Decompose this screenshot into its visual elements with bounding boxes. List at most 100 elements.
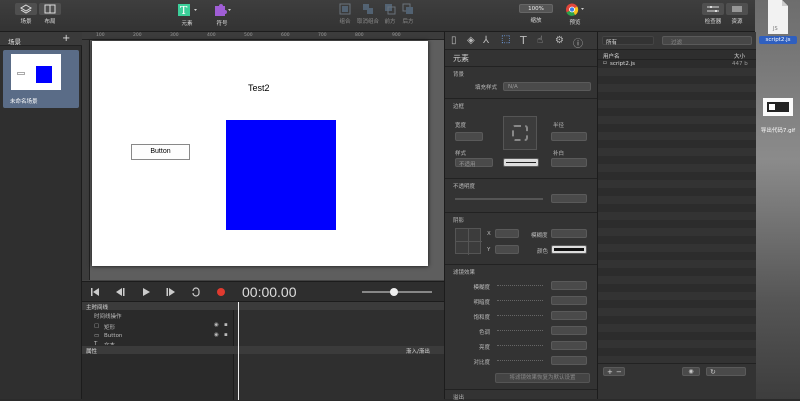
gif-thumbnail-icon — [763, 98, 793, 116]
shadow-x-field[interactable] — [495, 229, 519, 238]
resource-filter-select[interactable]: 所有 — [602, 36, 654, 46]
desktop-file-script[interactable]: JS script2.js — [759, 0, 797, 44]
tab-element-icon[interactable]: ⬚ — [501, 34, 510, 45]
layer-button-icon: ▭ — [94, 333, 100, 339]
tab-document-icon[interactable]: ▯ — [451, 35, 457, 46]
preview-resource-button[interactable]: ◉ — [682, 367, 700, 376]
loop-icon[interactable] — [191, 287, 201, 297]
resource-empty-row — [598, 212, 756, 220]
resource-search-input[interactable]: 过滤 — [662, 36, 752, 46]
sliders-icon — [702, 3, 724, 15]
visibility-eye-icon[interactable]: ◉ — [214, 332, 219, 338]
tab-layers-icon[interactable]: ◈ — [467, 35, 475, 46]
filter-field[interactable] — [551, 341, 587, 350]
tab-text-icon[interactable]: T — [520, 34, 527, 47]
filter-field[interactable] — [551, 311, 587, 320]
refresh-resource-button[interactable]: ↻ — [706, 367, 746, 376]
symbols-toolbar-label: 符号 — [216, 21, 228, 27]
shadow-y-field[interactable] — [495, 245, 519, 254]
resources-toggle-button[interactable]: 资源 — [724, 3, 750, 25]
timeline-zoom-slider[interactable] — [362, 288, 432, 296]
filter-slider[interactable] — [497, 345, 543, 346]
filter-slider[interactable] — [497, 315, 543, 316]
go-to-start-icon[interactable] — [90, 287, 100, 297]
zoom-field[interactable]: 100% — [519, 4, 553, 13]
step-back-icon[interactable] — [115, 287, 125, 297]
tab-physics-icon[interactable]: ⚙ — [555, 35, 564, 46]
inspector-toggle-button[interactable]: 检查器 — [700, 3, 726, 25]
resource-file-name: script2.js — [610, 61, 635, 67]
border-style-label: 样式 — [455, 151, 467, 157]
lock-icon[interactable]: ▪ — [224, 322, 228, 328]
filter-slider[interactable] — [497, 285, 543, 286]
properties-row[interactable]: 属性 — [82, 346, 234, 355]
resources-icon — [726, 3, 748, 15]
shadow-blur-field[interactable] — [551, 229, 587, 238]
remove-resource-button[interactable]: − — [616, 368, 622, 376]
padding-field[interactable] — [551, 158, 587, 167]
opacity-field[interactable] — [551, 194, 587, 203]
filter-field[interactable] — [551, 326, 587, 335]
ungroup-button[interactable]: 取消组合 — [355, 3, 381, 25]
layer-row[interactable]: ▢ 矩形 ◉ ▪ — [82, 322, 234, 331]
main-timeline-row[interactable]: 主时间线 — [82, 302, 234, 311]
column-size-header[interactable]: 大小 — [734, 52, 745, 60]
border-color-well[interactable] — [503, 158, 539, 167]
record-icon[interactable] — [216, 287, 226, 297]
filter-slider[interactable] — [497, 360, 543, 361]
filter-field[interactable] — [551, 296, 587, 305]
timeline-zoom-slider-knob[interactable] — [390, 288, 398, 296]
timeline-tracks[interactable]: 渐入/渐出 — [234, 302, 444, 400]
filter-label: 亮度 — [478, 345, 490, 351]
symbols-menu-button[interactable]: 符号 — [208, 3, 236, 27]
radius-field[interactable] — [551, 132, 587, 141]
playhead[interactable] — [238, 302, 239, 400]
filter-slider[interactable] — [497, 300, 543, 301]
tab-info-icon[interactable]: ⓘ — [573, 35, 583, 50]
lock-icon[interactable]: ▪ — [224, 332, 228, 338]
filter-field[interactable] — [551, 356, 587, 365]
play-icon[interactable] — [141, 287, 151, 297]
scenes-panel: 场景 + 未命名场景 — [0, 32, 82, 399]
bring-forward-button[interactable]: 前方 — [381, 3, 399, 25]
scene-item[interactable]: 未命名场景 — [3, 50, 79, 108]
group-button[interactable]: 组合 — [334, 3, 356, 25]
shadow-offset-picker[interactable] — [455, 228, 482, 255]
shadow-color-swatch — [554, 248, 584, 251]
border-corner-picker[interactable] — [503, 116, 537, 150]
elements-menu-button[interactable]: T 元素 — [170, 3, 204, 27]
canvas-text-title[interactable]: Test2 — [248, 83, 270, 93]
filter-slider[interactable] — [497, 330, 543, 331]
reset-filters-label: 将滤镜效果恢复为默认设置 — [509, 375, 576, 381]
opacity-slider[interactable] — [455, 198, 543, 200]
border-width-field[interactable] — [455, 132, 483, 141]
column-name-header[interactable]: 用户名 — [603, 52, 620, 60]
canvas-button[interactable]: Button — [131, 144, 190, 160]
ruler-mark: 200 — [133, 33, 142, 38]
preview-button[interactable]: 预览 — [562, 3, 588, 26]
visibility-eye-icon[interactable]: ◉ — [214, 322, 219, 328]
filter-field[interactable] — [551, 281, 587, 290]
add-scene-button[interactable]: + — [62, 33, 70, 44]
tab-metrics-icon[interactable]: ⅄ — [483, 35, 489, 46]
resources-list: ▫ script2.js 447 b — [598, 60, 756, 365]
add-resource-button[interactable]: + — [607, 368, 613, 376]
fill-style-select[interactable]: N/A — [503, 82, 591, 91]
layer-row[interactable]: T 文本 — [82, 341, 234, 345]
shadow-color-well[interactable] — [551, 245, 587, 254]
resource-file-size: 447 b — [732, 61, 748, 67]
canvas-blue-rectangle[interactable] — [226, 120, 336, 230]
step-forward-icon[interactable] — [166, 287, 176, 297]
canvas[interactable]: Test2 Button — [92, 41, 428, 266]
ruler-mark: 400 — [207, 33, 216, 38]
timeline-actions-row[interactable]: 时间线操作 — [82, 311, 234, 320]
send-backward-button[interactable]: 后方 — [399, 3, 417, 25]
reset-filters-button[interactable]: 将滤镜效果恢复为默认设置 — [495, 373, 590, 383]
layer-row[interactable]: ▭ Button ◉ ▪ — [82, 332, 234, 340]
desktop-file-gif[interactable]: 导出代码7.gif — [756, 98, 800, 134]
resource-file-row[interactable]: ▫ script2.js 447 b — [598, 60, 756, 68]
zoom-control[interactable]: 100% 缩放 — [518, 3, 554, 24]
border-style-select[interactable]: 不适用 — [455, 158, 493, 168]
layout-toggle-button[interactable]: 布局 — [34, 3, 66, 25]
tab-actions-icon[interactable]: ☝ — [537, 35, 543, 46]
